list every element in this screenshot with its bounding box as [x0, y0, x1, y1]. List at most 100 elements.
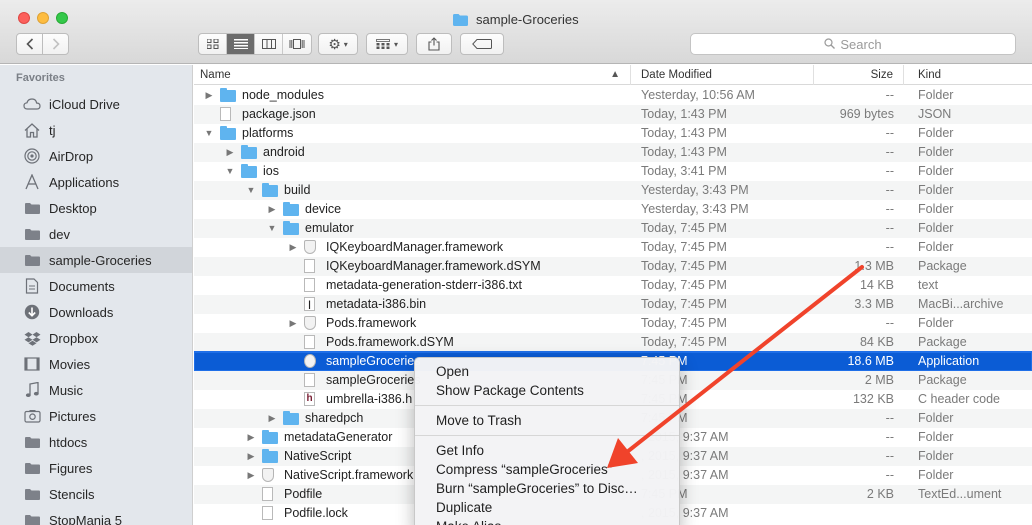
file-kind: Folder: [918, 145, 954, 159]
sidebar-item-stencils[interactable]: Stencils: [0, 481, 192, 507]
file-name: package.json: [242, 107, 316, 121]
icon-view-button[interactable]: [199, 34, 227, 54]
file-size: --: [885, 411, 894, 425]
file-size: --: [885, 316, 894, 330]
sidebar-item-movies[interactable]: Movies: [0, 351, 192, 377]
context-menu-item-compress-samplegroceries[interactable]: Compress “sampleGroceries”: [415, 460, 679, 479]
context-menu-item-show-package-contents[interactable]: Show Package Contents: [415, 381, 679, 400]
file-row[interactable]: ▼ emulator Today, 7:45 PM -- Folder: [194, 219, 1032, 238]
context-menu-item-make-alias[interactable]: Make Alias: [415, 517, 679, 525]
sidebar-item-label: dev: [49, 226, 70, 242]
column-header-name-label: Name: [200, 69, 231, 81]
file-row[interactable]: ▼ platforms Today, 1:43 PM -- Folder: [194, 124, 1032, 143]
file-kind: Package: [918, 373, 967, 387]
sidebar-item-documents[interactable]: Documents: [0, 273, 192, 299]
column-header-size[interactable]: Size: [814, 65, 904, 85]
disclosure-open-icon[interactable]: ▼: [204, 127, 214, 139]
sidebar-item-icloud-drive[interactable]: iCloud Drive: [0, 91, 192, 117]
back-button[interactable]: [16, 33, 43, 55]
file-size: 14 KB: [859, 278, 894, 292]
sidebar-item-applications[interactable]: Applications: [0, 169, 192, 195]
file-date-modified: Yesterday, 3:43 PM: [641, 183, 749, 197]
folder-icon: [22, 252, 42, 268]
column-view-button[interactable]: [255, 34, 283, 54]
folder-icon: [453, 14, 469, 26]
sidebar-item-pictures[interactable]: Pictures: [0, 403, 192, 429]
folder-icon: [262, 430, 278, 444]
file-row[interactable]: ▶ node_modules Yesterday, 10:56 AM -- Folder: [194, 86, 1032, 105]
sidebar-item-music[interactable]: Music: [0, 377, 192, 403]
disclosure-closed-icon[interactable]: ▶: [288, 317, 298, 329]
file-row[interactable]: ▶ IQKeyboardManager.framework Today, 7:45 …: [194, 238, 1032, 257]
file-row[interactable]: package.json Today, 1:43 PM 969 bytes JSON: [194, 105, 1032, 124]
file-row[interactable]: | metadata-i386.bin Today, 7:45 PM 3.3 MB Ma…: [194, 295, 1032, 314]
disclosure-closed-icon[interactable]: ▶: [204, 89, 214, 101]
file-date-modified: Today, 1:43 PM: [641, 126, 727, 140]
sidebar-item-stopmania-5[interactable]: StopMania 5: [0, 507, 192, 525]
sidebar-item-desktop[interactable]: Desktop: [0, 195, 192, 221]
sidebar-item-label: iCloud Drive: [49, 96, 120, 112]
sidebar-item-dev[interactable]: dev: [0, 221, 192, 247]
disclosure-open-icon[interactable]: ▼: [246, 184, 256, 196]
column-header-kind[interactable]: Kind: [904, 65, 1032, 85]
context-menu-item-open[interactable]: Open: [415, 362, 679, 381]
forward-button[interactable]: [42, 33, 69, 55]
sidebar-item-downloads[interactable]: Downloads: [0, 299, 192, 325]
disclosure-closed-icon[interactable]: ▶: [246, 431, 256, 443]
share-button[interactable]: [416, 33, 452, 55]
disclosure-closed-icon[interactable]: ▶: [267, 203, 277, 215]
file-kind: Folder: [918, 183, 954, 197]
file-row[interactable]: Pods.framework.dSYM Today, 7:45 PM 84 KB Pa…: [194, 333, 1032, 352]
sidebar-item-figures[interactable]: Figures: [0, 455, 192, 481]
arrange-menu-button[interactable]: ▾: [366, 33, 408, 55]
sidebar-item-airdrop[interactable]: AirDrop: [0, 143, 192, 169]
file-size: 132 KB: [852, 392, 894, 406]
file-size: 84 KB: [859, 335, 894, 349]
disclosure-closed-icon[interactable]: ▶: [246, 469, 256, 481]
disclosure-closed-icon[interactable]: ▶: [225, 146, 235, 158]
column-header-date-modified[interactable]: Date Modified: [631, 65, 814, 85]
context-menu-item-duplicate[interactable]: Duplicate: [415, 498, 679, 517]
disclosure-open-icon[interactable]: ▼: [267, 222, 277, 234]
file-kind: Folder: [918, 240, 954, 254]
gear-icon: ⚙: [328, 35, 341, 52]
disclosure-closed-icon[interactable]: ▶: [288, 241, 298, 253]
file-name: android: [263, 145, 305, 159]
disclosure-closed-icon[interactable]: ▶: [246, 450, 256, 462]
file-kind: text: [918, 278, 939, 292]
context-menu-item-get-info[interactable]: Get Info: [415, 441, 679, 460]
document-icon: [304, 373, 315, 387]
context-menu-item-move-to-trash[interactable]: Move to Trash: [415, 411, 679, 430]
document-icon: [220, 107, 231, 121]
file-row[interactable]: ▶ Pods.framework Today, 7:45 PM -- Folder: [194, 314, 1032, 333]
disclosure-closed-icon[interactable]: ▶: [267, 412, 277, 424]
column-header-name[interactable]: Name ▲: [194, 65, 631, 85]
disclosure-open-icon[interactable]: ▼: [225, 165, 235, 177]
cover-flow-button[interactable]: [283, 34, 311, 54]
sidebar-item-htdocs[interactable]: htdocs: [0, 429, 192, 455]
file-row[interactable]: ▶ device Yesterday, 3:43 PM -- Folder: [194, 200, 1032, 219]
file-row[interactable]: ▶ android Today, 1:43 PM -- Folder: [194, 143, 1032, 162]
sort-ascending-icon: ▲: [610, 69, 620, 80]
file-size: --: [885, 202, 894, 216]
list-view-button[interactable]: [227, 34, 255, 54]
edit-tags-button[interactable]: [460, 33, 504, 55]
sidebar-favorites-header: Favorites: [16, 72, 65, 84]
file-row[interactable]: IQKeyboardManager.framework.dSYM Today, 7…: [194, 257, 1032, 276]
sidebar-item-tj[interactable]: tj: [0, 117, 192, 143]
search-input[interactable]: Search: [690, 33, 1016, 55]
document-icon: [262, 487, 273, 501]
menu-separator: [415, 405, 679, 406]
file-size: --: [885, 221, 894, 235]
sidebar-item-dropbox[interactable]: Dropbox: [0, 325, 192, 351]
file-row[interactable]: ▼ build Yesterday, 3:43 PM -- Folder: [194, 181, 1032, 200]
grid-icon: [206, 39, 218, 49]
file-row[interactable]: ▼ ios Today, 3:41 PM -- Folder: [194, 162, 1032, 181]
file-row[interactable]: metadata-generation-stderr-i386.txt Today…: [194, 276, 1032, 295]
context-menu-item-burn-samplegroceries-to-disc[interactable]: Burn “sampleGroceries” to Disc…: [415, 479, 679, 498]
action-menu-button[interactable]: ⚙ ▾: [318, 33, 358, 55]
sidebar-item-sample-groceries[interactable]: sample-Groceries: [0, 247, 192, 273]
sidebar-item-label: StopMania 5: [49, 512, 122, 525]
file-name: sampleGroceries: [326, 354, 421, 368]
file-kind: Package: [918, 259, 967, 273]
